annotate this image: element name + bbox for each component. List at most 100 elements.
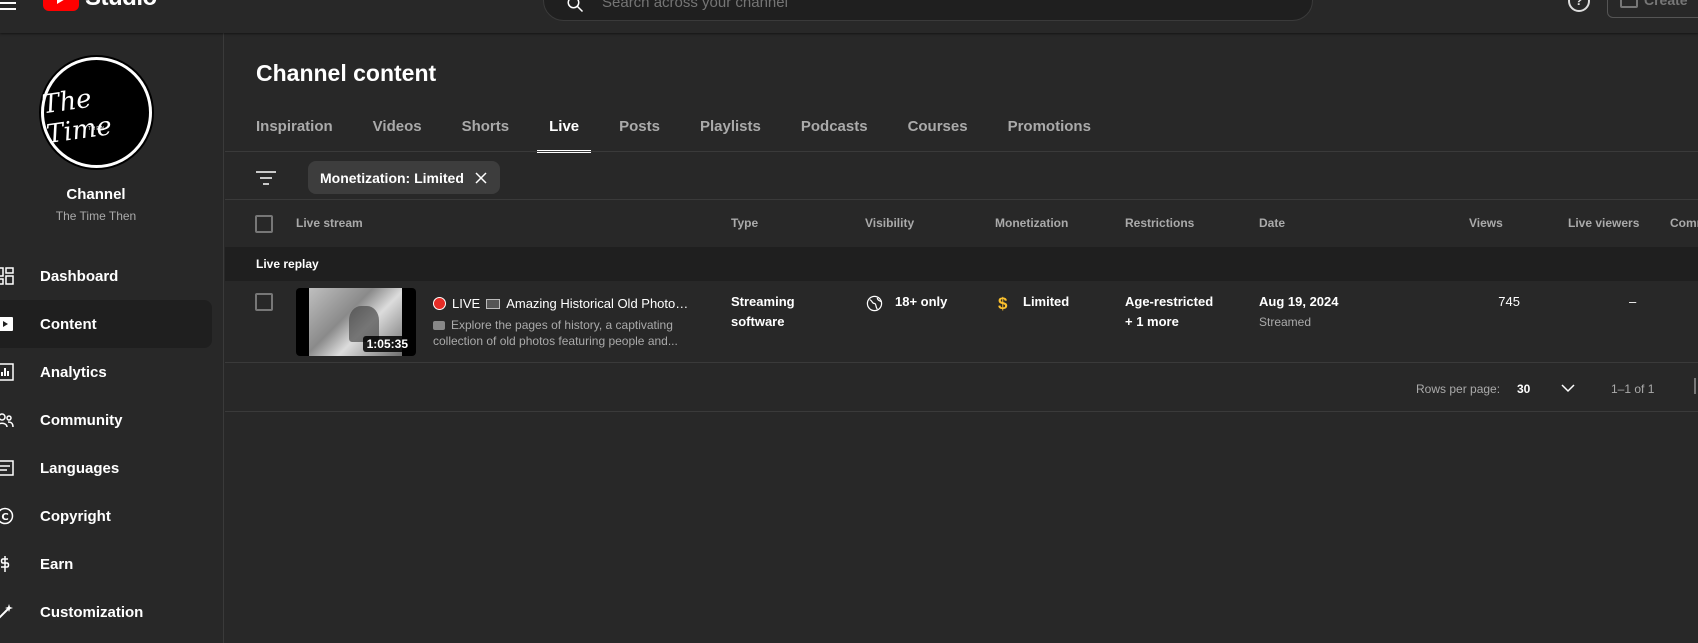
views-cell: 745 [1498, 294, 1520, 309]
filter-chip-label: Monetization: Limited [320, 169, 464, 186]
tabs-divider [225, 151, 1698, 152]
search-bar[interactable] [543, 0, 1313, 21]
film-icon [486, 298, 501, 309]
tab-live[interactable]: Live [537, 118, 592, 153]
sidebar-item-label: Customization [40, 603, 144, 621]
tab-shorts[interactable]: Shorts [462, 118, 510, 153]
sidebar-item-copyright[interactable]: C Copyright [0, 492, 212, 540]
first-page-icon[interactable] [1694, 378, 1696, 394]
filter-icon[interactable] [255, 169, 277, 187]
customization-icon [0, 604, 13, 619]
tab-posts[interactable]: Posts [619, 118, 660, 153]
video-title[interactable]: LIVE Amazing Historical Old Photos... [433, 296, 691, 311]
create-icon [1620, 0, 1638, 8]
video-description: Explore the pages of history, a captivat… [433, 317, 691, 349]
search-input[interactable] [602, 0, 1242, 11]
earn-icon [0, 556, 10, 572]
tab-podcasts[interactable]: Podcasts [801, 118, 868, 153]
top-bar: Studio ? Create [0, 0, 1698, 33]
sidebar-item-label: Dashboard [40, 267, 119, 285]
restriction-line-2: + 1 more [1125, 314, 1179, 329]
svg-text:C: C [1, 512, 8, 523]
content-tabs: Inspiration Videos Shorts Live Posts Pla… [256, 118, 1131, 153]
create-button[interactable]: Create [1607, 0, 1698, 18]
sidebar-item-label: Analytics [40, 363, 107, 381]
dashboard-icon [0, 267, 14, 285]
header-comments[interactable]: Comm [1670, 216, 1698, 230]
sidebar-nav: Dashboard Content Analytics Community La… [0, 252, 212, 636]
sidebar-item-label: Languages [40, 459, 120, 477]
sidebar-item-content[interactable]: Content [0, 300, 212, 348]
type-line-1: Streaming [731, 294, 795, 309]
rows-per-page-value[interactable]: 30 [1517, 382, 1530, 396]
video-title-text: Amazing Historical Old Photos... [506, 296, 691, 311]
header-views[interactable]: Views [1469, 216, 1503, 230]
header-date[interactable]: Date [1259, 216, 1285, 230]
live-viewers-cell: – [1629, 294, 1637, 309]
analytics-icon [0, 363, 14, 381]
visibility-cell[interactable]: 18+ only [895, 292, 947, 312]
channel-avatar[interactable]: The Time THEN [40, 57, 152, 168]
header-type[interactable]: Type [731, 216, 758, 230]
date-cell: Aug 19, 2024 Streamed [1259, 292, 1339, 332]
select-all-checkbox[interactable] [255, 215, 273, 233]
create-label: Create [1644, 0, 1688, 8]
header-monetization[interactable]: Monetization [995, 216, 1068, 230]
type-cell: Streaming software [731, 292, 795, 332]
content-icon [0, 317, 13, 331]
search-icon[interactable] [566, 0, 584, 13]
rows-per-page-label: Rows per page: [1416, 382, 1501, 396]
pagination: Rows per page: 30 1–1 of 1 [225, 364, 1698, 412]
video-thumbnail[interactable]: 1:05:35 [296, 288, 416, 356]
sidebar-item-analytics[interactable]: Analytics [0, 348, 212, 396]
camera-icon [433, 321, 445, 331]
tab-inspiration[interactable]: Inspiration [256, 118, 333, 153]
sidebar-item-earn[interactable]: Earn [0, 540, 212, 588]
sidebar-item-label: Community [40, 411, 123, 429]
copyright-icon: C [0, 507, 14, 525]
channel-label: Channel [66, 186, 126, 203]
header-restrictions[interactable]: Restrictions [1125, 216, 1194, 230]
close-icon[interactable] [474, 171, 488, 185]
youtube-logo-icon [43, 0, 79, 11]
sidebar-item-label: Copyright [40, 507, 111, 525]
header-visibility[interactable]: Visibility [865, 216, 914, 230]
sidebar: The Time THEN Channel The Time Then Dash… [0, 33, 224, 643]
table-row[interactable]: 1:05:35 LIVE Amazing Historical Old Phot… [225, 281, 1698, 363]
header-live-stream[interactable]: Live stream [296, 216, 363, 230]
community-icon [0, 413, 14, 428]
sidebar-item-dashboard[interactable]: Dashboard [0, 252, 212, 300]
tab-promotions[interactable]: Promotions [1008, 118, 1091, 153]
avatar-logo-subtext: THEN [87, 126, 106, 132]
live-label: LIVE [452, 296, 481, 311]
sidebar-item-languages[interactable]: Languages [0, 444, 212, 492]
sidebar-item-customization[interactable]: Customization [0, 588, 212, 636]
studio-logo[interactable]: Studio [43, 0, 157, 12]
monetization-cell[interactable]: Limited [1023, 292, 1069, 312]
help-icon[interactable]: ? [1568, 0, 1590, 12]
sidebar-item-community[interactable]: Community [0, 396, 212, 444]
tab-playlists[interactable]: Playlists [700, 118, 761, 153]
live-dot-icon [433, 297, 446, 310]
restrictions-cell[interactable]: Age-restricted + 1 more [1125, 292, 1213, 332]
logo-text: Studio [85, 0, 157, 12]
page-range: 1–1 of 1 [1611, 382, 1655, 396]
group-header: Live replay [225, 247, 1698, 281]
tab-videos[interactable]: Videos [373, 118, 422, 153]
page-title: Channel content [256, 60, 437, 86]
date-value: Aug 19, 2024 [1259, 294, 1339, 309]
row-checkbox[interactable] [255, 293, 273, 311]
filter-chip[interactable]: Monetization: Limited [308, 161, 500, 194]
globe-icon [866, 295, 883, 312]
channel-name: The Time Then [55, 209, 137, 223]
table-header: Live stream Type Visibility Monetization… [225, 200, 1698, 247]
tab-courses[interactable]: Courses [908, 118, 968, 153]
chevron-down-icon[interactable] [1561, 381, 1575, 395]
description-text: Explore the pages of history, a captivat… [433, 318, 678, 348]
menu-icon[interactable] [0, 0, 16, 12]
dollar-icon: $ [998, 294, 1008, 313]
type-line-2: software [731, 314, 785, 329]
main-content: Channel content Inspiration Videos Short… [225, 33, 1698, 643]
sidebar-item-label: Earn [40, 555, 74, 573]
header-live-viewers[interactable]: Live viewers [1568, 216, 1639, 230]
